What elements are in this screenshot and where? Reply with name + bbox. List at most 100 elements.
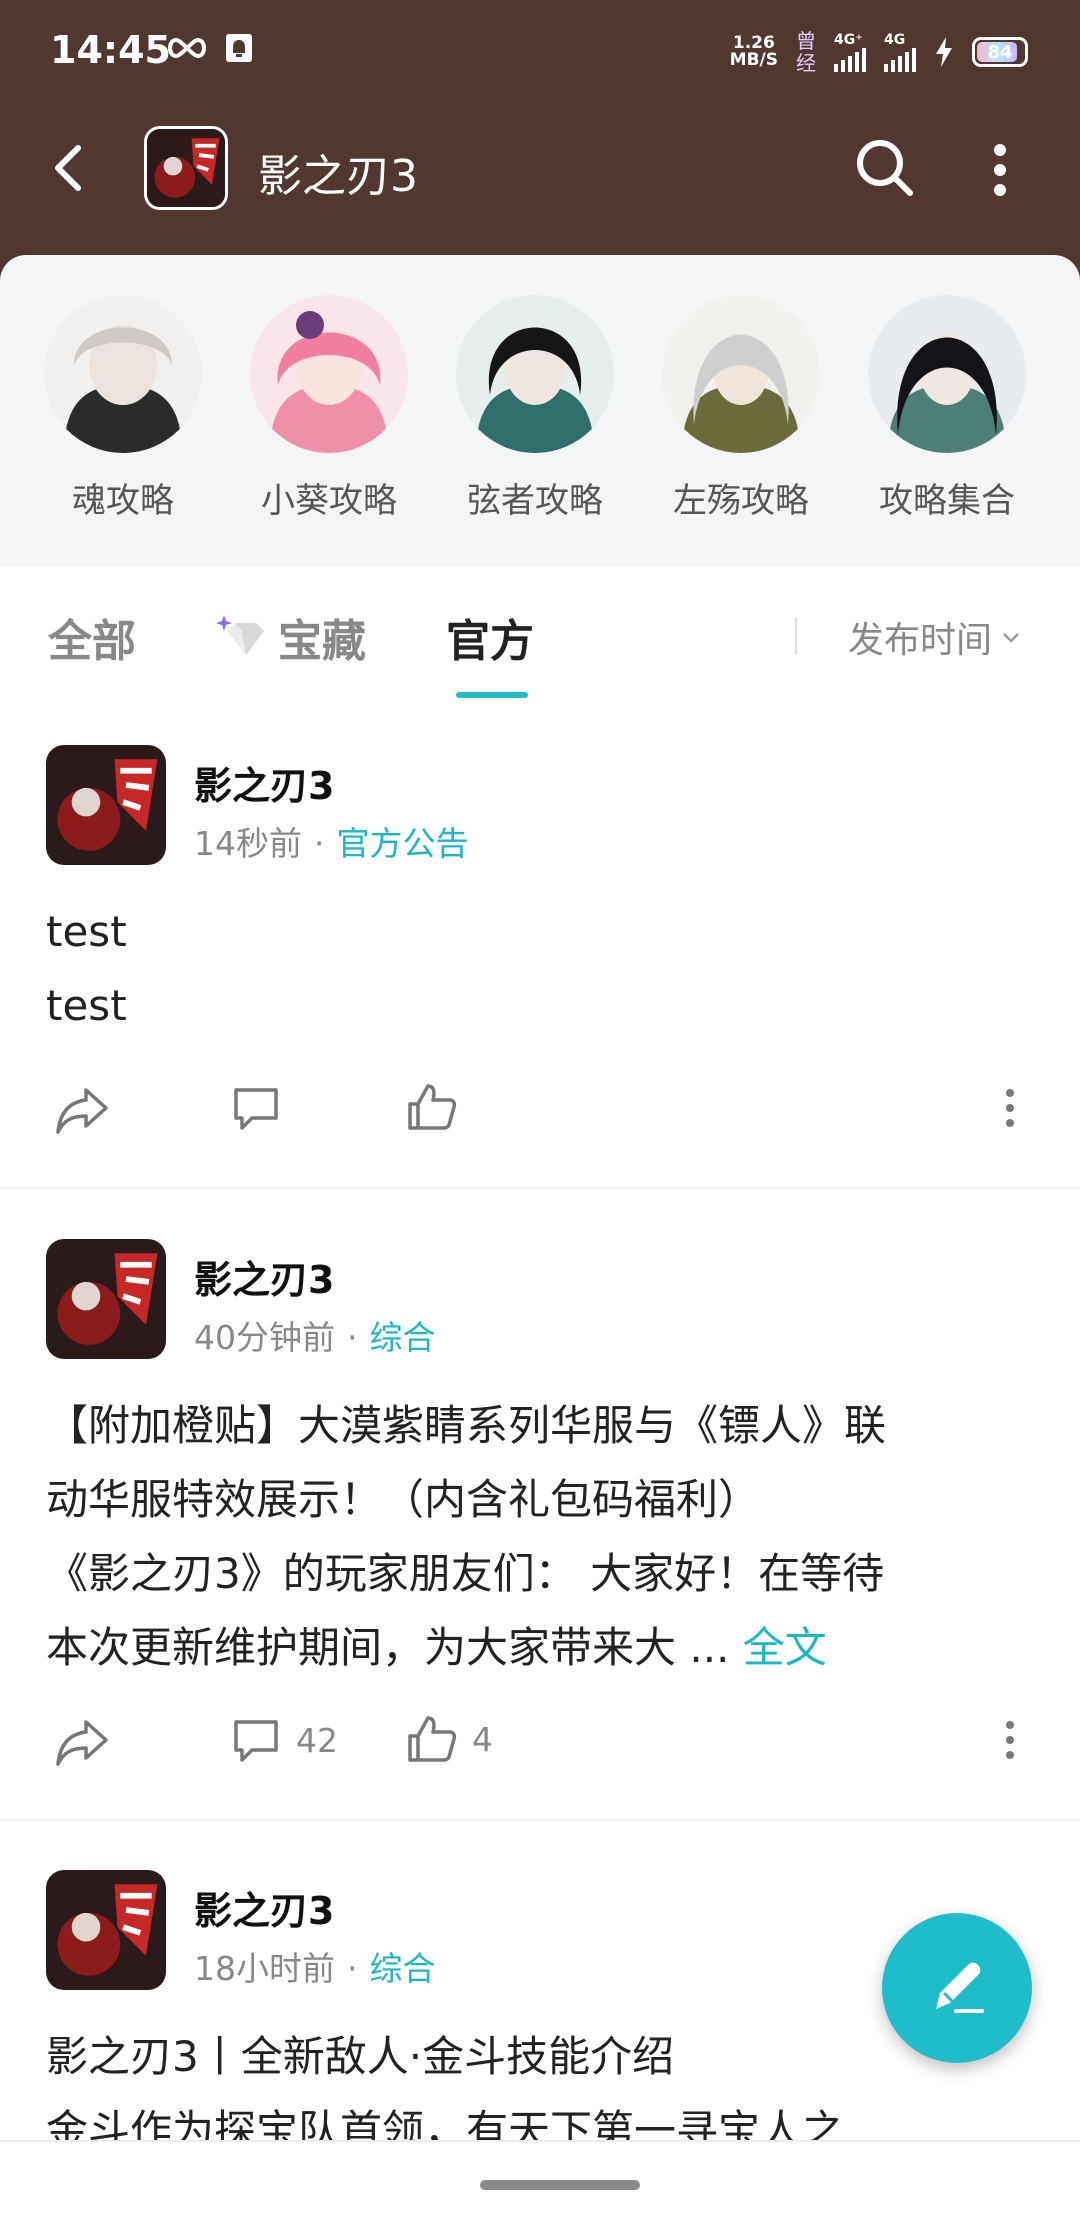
read-more-link[interactable]: 全文 (743, 1623, 827, 1672)
signal-1: 4G⁺ (834, 32, 866, 72)
notification-icon (226, 34, 252, 62)
home-gesture-handle[interactable] (480, 2180, 640, 2190)
post-text-line: 【附加橙贴】大漠紫睛系列华服与《镖人》联 (46, 1401, 887, 1450)
post-author-avatar[interactable] (46, 745, 166, 865)
guide-item-xianzhe[interactable]: 弦者攻略 (450, 295, 620, 522)
post-text-line: 动华服特效展示！（内含礼包码福利） (46, 1475, 761, 1524)
more-options-button[interactable] (975, 140, 1025, 200)
share-icon (56, 1088, 108, 1134)
tab-all[interactable]: 全部 (48, 605, 136, 669)
more-vertical-icon (1006, 1089, 1014, 1127)
post-meta: 40分钟前 · 综合 (194, 1318, 436, 1357)
comment-button[interactable] (230, 1082, 282, 1134)
thumbs-up-icon (408, 1084, 457, 1130)
status-bar: 14:45 1.26 MB/S 曾 经 4G⁺ 4G 84 (0, 0, 1080, 110)
back-button[interactable] (40, 138, 100, 198)
guide-avatar (44, 295, 202, 453)
comment-button[interactable]: 42 (230, 1714, 338, 1766)
signal-2: 4G (884, 32, 916, 72)
guide-label: 攻略集合 (879, 481, 1015, 521)
post-card[interactable]: 影之刃3 40分钟前 · 综合 【附加橙贴】大漠紫睛系列华服与《镖人》联 动华服特效… (0, 1239, 1080, 1672)
charging-icon (936, 37, 952, 67)
post-actions: 42 4 (0, 1704, 1080, 1784)
guide-label: 小葵攻略 (261, 481, 397, 521)
compose-post-button[interactable] (882, 1913, 1032, 2063)
post-text-truncated: 本次更新维护期间，为大家带来大 ... (46, 1623, 730, 1672)
tab-treasure-label: 宝藏 (278, 616, 366, 667)
guide-shortcuts: 魂攻略 小葵攻略 弦者攻略 左殇攻略 攻略集合 (0, 295, 1080, 535)
status-time: 14:45 (50, 28, 171, 72)
post-category[interactable]: 官方公告 (337, 824, 469, 863)
chevron-left-icon (55, 145, 81, 191)
guide-label: 魂攻略 (72, 481, 174, 521)
active-tab-indicator (456, 692, 528, 698)
app-logo[interactable] (144, 126, 228, 210)
share-icon (56, 1720, 108, 1766)
guide-label: 弦者攻略 (467, 481, 603, 521)
game-logo-image (46, 745, 166, 865)
like-button[interactable] (404, 1080, 458, 1134)
post-author-name[interactable]: 影之刃3 (194, 1249, 334, 1304)
post-author-avatar[interactable] (46, 1870, 166, 1990)
carrier-top: 曾 (796, 29, 816, 53)
comment-icon (234, 1720, 278, 1762)
post-text-line: test (46, 981, 127, 1030)
post-body[interactable]: 【附加橙贴】大漠紫睛系列华服与《镖人》联 动华服特效展示！（内含礼包码福利） 《… (46, 1389, 1046, 1685)
post-category[interactable]: 综合 (370, 1949, 436, 1988)
post-divider (0, 1819, 1080, 1821)
post-author-avatar[interactable] (46, 1239, 166, 1359)
post-card[interactable]: 影之刃3 14秒前 · 官方公告 test test (0, 745, 1080, 1030)
game-logo-image (147, 129, 225, 207)
tab-official[interactable]: 官方 (446, 605, 534, 669)
character-avatar-image (250, 295, 408, 453)
post-more-button[interactable] (1000, 1086, 1020, 1130)
comment-count: 42 (296, 1720, 338, 1760)
more-vertical-icon (1006, 1721, 1014, 1759)
guide-item-soul[interactable]: 魂攻略 (38, 295, 208, 522)
post-meta: 18小时前 · 综合 (194, 1949, 436, 1988)
like-button[interactable]: 4 (404, 1712, 493, 1766)
post-author-name[interactable]: 影之刃3 (194, 755, 334, 810)
comment-icon (234, 1088, 278, 1130)
post-divider (0, 1187, 1080, 1189)
thumbs-up-icon (408, 1716, 457, 1762)
net-speed: 1.26 MB/S (730, 35, 778, 69)
guide-avatar (662, 295, 820, 453)
like-count: 4 (472, 1719, 493, 1759)
guide-avatar (250, 295, 408, 453)
signal-2-bars-icon (884, 48, 916, 72)
top-bar: 影之刃3 (0, 110, 1080, 230)
post-text-line: 《影之刃3》的玩家朋友们： 大家好！在等待 (46, 1549, 885, 1598)
game-logo-image (46, 1870, 166, 1990)
post-category[interactable]: 综合 (370, 1318, 436, 1357)
post-actions (0, 1072, 1080, 1152)
search-button[interactable] (852, 135, 918, 201)
share-button[interactable] (52, 1714, 112, 1770)
tab-treasure[interactable]: 宝藏 (216, 605, 366, 669)
post-body[interactable]: test test (46, 895, 1046, 1043)
search-icon (857, 140, 913, 196)
infinity-icon (168, 37, 206, 59)
page-title: 影之刃3 (258, 151, 418, 202)
post-author-name[interactable]: 影之刃3 (194, 1880, 334, 1935)
feed-tabs: 全部 宝藏 官方 发布时间 (0, 567, 1080, 707)
system-nav-bar (0, 2140, 1080, 2232)
signal-1-bars-icon (834, 48, 866, 72)
post-time: 18小时前 (194, 1949, 335, 1988)
guide-label: 左殇攻略 (673, 481, 809, 521)
chevron-down-icon (1003, 633, 1019, 643)
guide-avatar (456, 295, 614, 453)
diamond-icon (216, 615, 264, 655)
app-header: 14:45 1.26 MB/S 曾 经 4G⁺ 4G 84 影之刃3 (0, 0, 1080, 280)
guide-item-xiaokui[interactable]: 小葵攻略 (244, 295, 414, 522)
guide-item-zuoshang[interactable]: 左殇攻略 (656, 295, 826, 522)
post-more-button[interactable] (1000, 1718, 1020, 1762)
more-vertical-icon (994, 144, 1006, 196)
sort-label: 发布时间 (848, 620, 993, 661)
battery-icon: 84 (972, 37, 1028, 67)
feed-content: 全部 宝藏 官方 发布时间 影之刃3 14秒前 · 官方公告 test test… (0, 567, 1080, 2155)
guide-item-collection[interactable]: 攻略集合 (862, 295, 1032, 522)
character-avatar-image (662, 295, 820, 453)
sort-dropdown[interactable]: 发布时间 (848, 611, 1022, 663)
share-button[interactable] (52, 1082, 112, 1138)
